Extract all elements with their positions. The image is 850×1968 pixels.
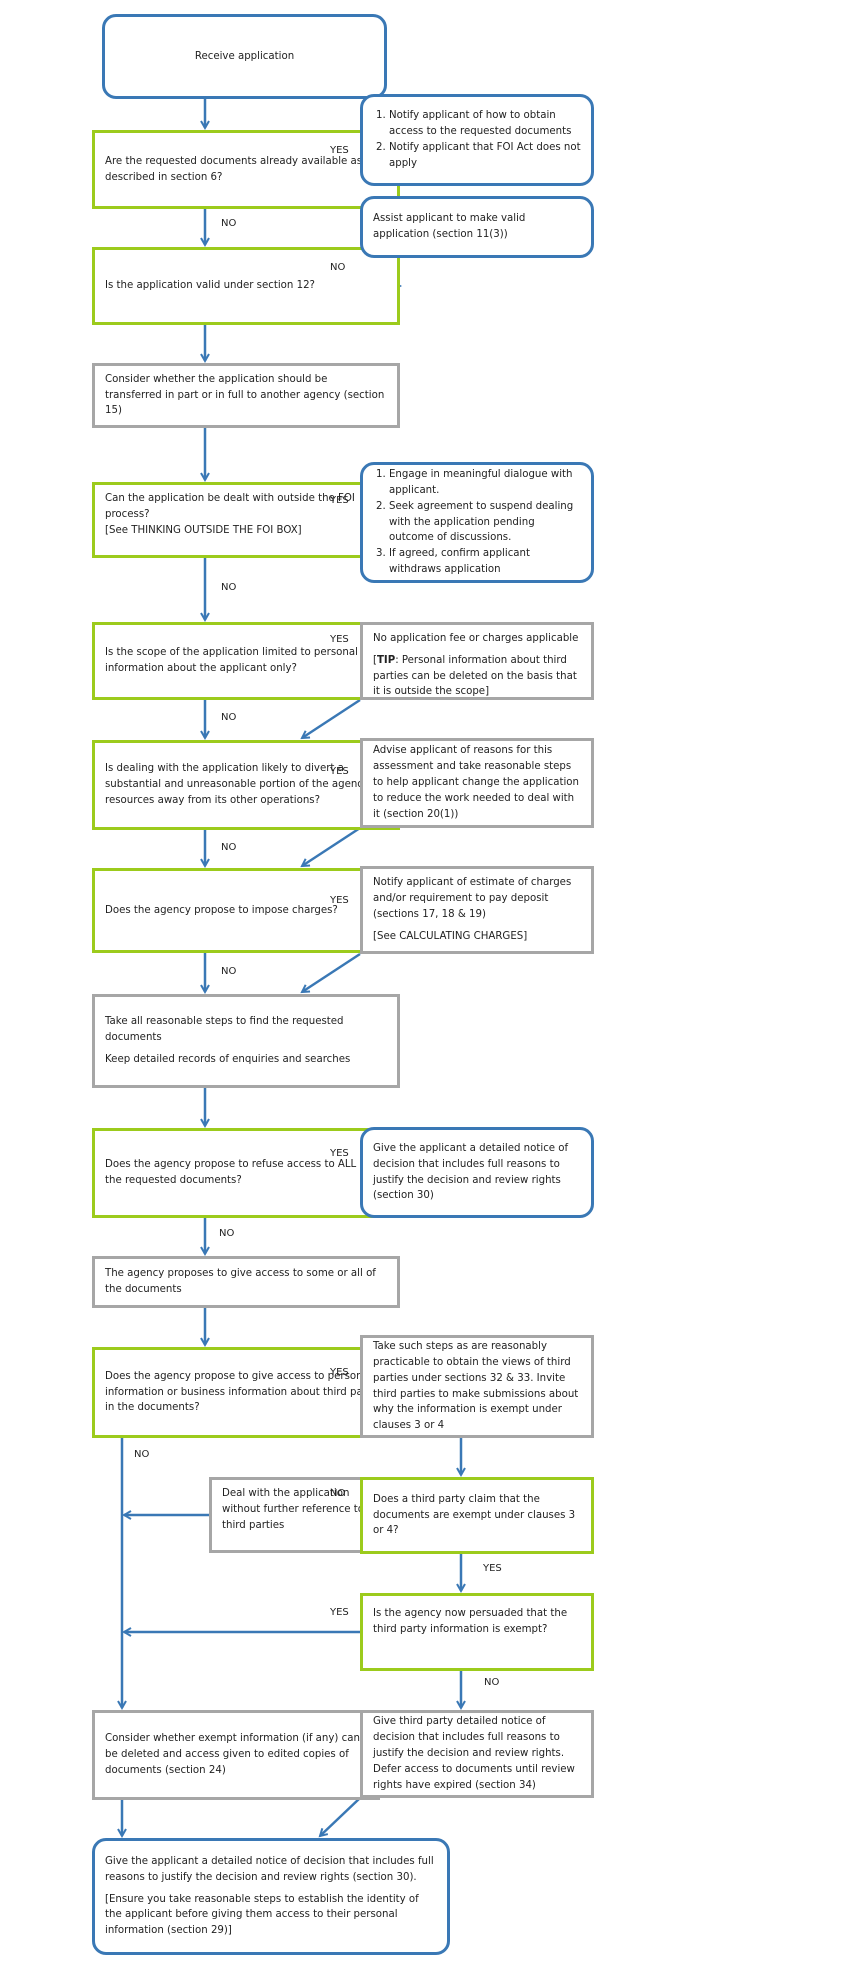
result-reference: [See CALCULATING CHARGES]: [373, 930, 528, 942]
tip-body: : Personal information about third parti…: [373, 654, 577, 698]
yes-label: YES: [483, 1563, 502, 1574]
no-label: NO: [221, 966, 237, 977]
decision-text: Does a third party claim that the docume…: [373, 1493, 576, 1537]
process-text: Take all reasonable steps to find the re…: [105, 1016, 344, 1044]
process-consult-third-parties: Take such steps as are reasonably practi…: [360, 1335, 594, 1438]
arrow: [302, 826, 361, 866]
no-label: NO: [221, 582, 237, 593]
process-notify-third-party: Give third party detailed notice of deci…: [360, 1710, 594, 1798]
no-label: NO: [221, 842, 237, 853]
process-text: Keep detailed records of enquiries and s…: [105, 1053, 351, 1065]
yes-label: YES: [330, 495, 349, 506]
list-item: Notify applicant of how to obtain access…: [389, 108, 581, 140]
decision-third-party-info: Does the agency propose to give access t…: [92, 1347, 400, 1438]
decision-agency-persuaded: Is the agency now persuaded that the thi…: [360, 1593, 594, 1671]
process-text: Take such steps as are reasonably practi…: [373, 1341, 579, 1432]
list-item: If agreed, confirm applicant withdraws a…: [389, 546, 581, 578]
process-consider-deletion: Consider whether exempt information (if …: [92, 1710, 380, 1800]
yes-label: YES: [330, 634, 349, 645]
process-deal-without-reference: Deal with the application without furthe…: [209, 1477, 379, 1553]
arrow: [302, 952, 361, 992]
no-label: NO: [221, 712, 237, 723]
result-no-fee: No application fee or charges applicable…: [360, 622, 594, 700]
process-give-access: The agency proposes to give access to so…: [92, 1256, 400, 1308]
process-text: Consider whether exempt information (if …: [105, 1733, 360, 1776]
result-notify-charges: Notify applicant of estimate of charges …: [360, 866, 594, 954]
yes-label: YES: [330, 1148, 349, 1159]
result-text: Give the applicant a detailed notice of …: [373, 1142, 569, 1202]
list-item: Notify applicant that FOI Act does not a…: [389, 140, 581, 172]
decision-reference: [See THINKING OUTSIDE THE FOI BOX]: [105, 524, 302, 536]
decision-text: Does the agency propose to refuse access…: [105, 1159, 370, 1186]
no-label: NO: [484, 1677, 500, 1688]
result-text: Notify applicant of estimate of charges …: [373, 877, 572, 920]
list-item: Engage in meaningful dialogue with appli…: [389, 467, 581, 499]
arrow: [302, 698, 361, 738]
result-advise-reasons: Advise applicant of reasons for this ass…: [360, 738, 594, 828]
decision-scope-personal: Is the scope of the application limited …: [92, 622, 400, 700]
result-text: Advise applicant of reasons for this ass…: [373, 745, 579, 820]
tip-label: TIP: [376, 654, 396, 666]
process-text: Give third party detailed notice of deci…: [373, 1716, 575, 1791]
decision-divert-resources: Is dealing with the application likely t…: [92, 740, 400, 830]
yes-label: YES: [330, 145, 349, 156]
decision-third-party-claim: Does a third party claim that the docume…: [360, 1477, 594, 1554]
no-label: NO: [330, 262, 346, 273]
result-text: Assist applicant to make valid applicati…: [373, 213, 526, 240]
end-text: Give the applicant a detailed notice of …: [105, 1855, 434, 1883]
decision-impose-charges: Does the agency propose to impose charge…: [92, 868, 400, 953]
result-assist-applicant: Assist applicant to make valid applicati…: [360, 196, 594, 258]
process-find-documents: Take all reasonable steps to find the re…: [92, 994, 400, 1088]
no-label: NO: [330, 1488, 346, 1499]
decision-outside-foi: Can the application be dealt with outsid…: [92, 482, 400, 558]
decision-refuse-all: Does the agency propose to refuse access…: [92, 1128, 400, 1218]
decision-documents-available: Are the requested documents already avai…: [92, 130, 400, 209]
no-label: NO: [221, 218, 237, 229]
yes-label: YES: [330, 1607, 349, 1618]
yes-label: YES: [330, 895, 349, 906]
end-node: Give the applicant a detailed notice of …: [92, 1838, 450, 1955]
decision-text: Is the application valid under section 1…: [105, 280, 315, 292]
result-text: No application fee or charges applicable: [373, 633, 579, 644]
arrow: [320, 1797, 361, 1836]
decision-application-valid: Is the application valid under section 1…: [92, 247, 400, 325]
yes-label: YES: [330, 1367, 349, 1378]
result-engage-dialogue: Engage in meaningful dialogue with appli…: [360, 462, 594, 583]
yes-label: YES: [330, 766, 349, 777]
end-note: [Ensure you take reasonable steps to est…: [105, 1893, 419, 1937]
start-node: Receive application: [102, 14, 387, 99]
decision-text: Is the scope of the application limited …: [105, 647, 358, 674]
process-text: The agency proposes to give access to so…: [105, 1268, 376, 1295]
decision-text: Are the requested documents already avai…: [105, 155, 363, 183]
result-notice-refusal: Give the applicant a detailed notice of …: [360, 1127, 594, 1218]
no-label: NO: [219, 1228, 235, 1239]
tip-text: [TIP: Personal information about third p…: [373, 654, 577, 698]
list-item: Seek agreement to suspend dealing with t…: [389, 499, 581, 546]
result-notify-access: Notify applicant of how to obtain access…: [360, 94, 594, 186]
no-label: NO: [134, 1449, 150, 1460]
process-consider-transfer: Consider whether the application should …: [92, 363, 400, 428]
start-text: Receive application: [194, 50, 295, 62]
process-text: Consider whether the application should …: [105, 373, 385, 417]
decision-text: Is the agency now persuaded that the thi…: [373, 1608, 568, 1635]
